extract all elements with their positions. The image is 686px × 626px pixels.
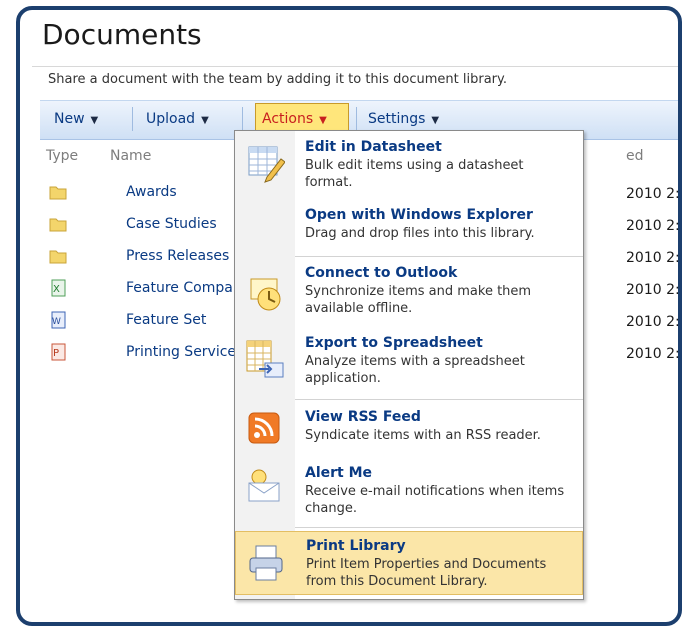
document-name-link[interactable]: Feature Set xyxy=(126,312,206,328)
document-name-link[interactable]: Feature Comparis xyxy=(126,280,250,296)
chevron-down-icon: ▼ xyxy=(201,115,209,126)
menu-item-alert-me[interactable]: Alert Me Receive e-mail notifications wh… xyxy=(235,459,583,523)
menu-item-title: Print Library xyxy=(306,538,406,554)
document-name-link[interactable]: Awards xyxy=(126,184,177,200)
menu-item-open-with-windows-explorer[interactable]: Open with Windows Explorer Drag and drop… xyxy=(235,201,583,253)
page-description: Share a document with the team by adding… xyxy=(48,72,507,87)
column-header-name[interactable]: Name xyxy=(110,148,151,164)
menu-item-export-to-spreadsheet[interactable]: Export to Spreadsheet Analyze items with… xyxy=(235,329,583,395)
menu-item-edit-in-datasheet[interactable]: Edit in Datasheet Bulk edit items using … xyxy=(235,133,583,197)
spreadsheet-export-icon xyxy=(246,340,284,378)
modified-date: 2010 2:27 xyxy=(626,250,680,266)
menu-item-description: Synchronize items and make them availabl… xyxy=(305,284,532,316)
menu-item-title: Connect to Outlook xyxy=(305,265,458,281)
menu-item-title: Edit in Datasheet xyxy=(305,139,442,155)
folder-icon xyxy=(49,250,67,264)
toolbar-divider xyxy=(356,107,357,131)
settings-menu-button[interactable]: Settings ▼ xyxy=(368,111,439,127)
menu-item-title: Export to Spreadsheet xyxy=(305,335,483,351)
menu-item-view-rss-feed[interactable]: View RSS Feed Syndicate items with an RS… xyxy=(235,403,583,455)
title-divider xyxy=(32,66,678,67)
new-menu-button[interactable]: New ▼ xyxy=(54,111,98,127)
word-file-icon: W xyxy=(51,311,66,329)
modified-date: 2010 2:27 xyxy=(626,186,680,202)
page-title: Documents xyxy=(42,18,202,51)
menu-item-description: Bulk edit items using a datasheet format… xyxy=(305,158,524,190)
actions-menu-button[interactable]: Actions ▼ xyxy=(255,103,349,133)
svg-text:P: P xyxy=(53,348,59,359)
svg-text:X: X xyxy=(53,284,60,295)
modified-date: 2010 2:27 xyxy=(626,218,680,234)
printer-icon xyxy=(249,545,283,581)
chevron-down-icon: ▼ xyxy=(90,115,99,126)
powerpoint-file-icon: P xyxy=(51,343,66,361)
excel-file-icon: X xyxy=(51,279,66,297)
menu-divider xyxy=(295,527,583,528)
upload-label: Upload xyxy=(146,111,196,127)
menu-item-description: Analyze items with a spreadsheet applica… xyxy=(305,354,525,386)
menu-divider xyxy=(295,256,583,257)
column-header-modified[interactable]: ed xyxy=(626,148,644,164)
datasheet-icon xyxy=(248,146,285,183)
toolbar-divider xyxy=(242,107,243,131)
menu-item-title: Alert Me xyxy=(305,465,373,481)
folder-icon xyxy=(49,218,67,232)
menu-item-title: View RSS Feed xyxy=(305,409,421,425)
document-name-link[interactable]: Case Studies xyxy=(126,216,217,232)
menu-item-title: Open with Windows Explorer xyxy=(305,207,533,223)
new-label: New xyxy=(54,111,85,127)
alert-envelope-icon xyxy=(248,469,280,502)
upload-menu-button[interactable]: Upload ▼ xyxy=(146,111,209,127)
outlook-icon xyxy=(250,278,281,311)
svg-text:W: W xyxy=(52,317,61,327)
rss-icon xyxy=(248,412,280,444)
menu-divider xyxy=(295,399,583,400)
settings-label: Settings xyxy=(368,111,426,127)
menu-item-description: Receive e-mail notifications when items … xyxy=(305,484,565,516)
toolbar-divider xyxy=(132,107,133,131)
menu-item-description: Print Item Properties and Documents from… xyxy=(306,557,547,589)
chevron-down-icon: ▼ xyxy=(319,115,327,126)
modified-date: 2010 2:27 xyxy=(626,346,680,362)
modified-date: 2010 2:27 xyxy=(626,314,680,330)
menu-item-description: Syndicate items with an RSS reader. xyxy=(305,428,541,443)
chevron-down-icon: ▼ xyxy=(431,115,440,126)
actions-dropdown-menu: Edit in Datasheet Bulk edit items using … xyxy=(234,130,584,600)
column-header-type[interactable]: Type xyxy=(46,148,78,164)
folder-icon xyxy=(49,186,67,200)
menu-item-description: Drag and drop files into this library. xyxy=(305,226,535,241)
actions-label: Actions xyxy=(262,111,314,127)
modified-date: 2010 2:27 xyxy=(626,282,680,298)
document-name-link[interactable]: Press Releases xyxy=(126,248,229,264)
menu-item-connect-to-outlook[interactable]: Connect to Outlook Synchronize items and… xyxy=(235,259,583,323)
menu-item-print-library[interactable]: Print Library Print Item Properties and … xyxy=(235,531,583,595)
